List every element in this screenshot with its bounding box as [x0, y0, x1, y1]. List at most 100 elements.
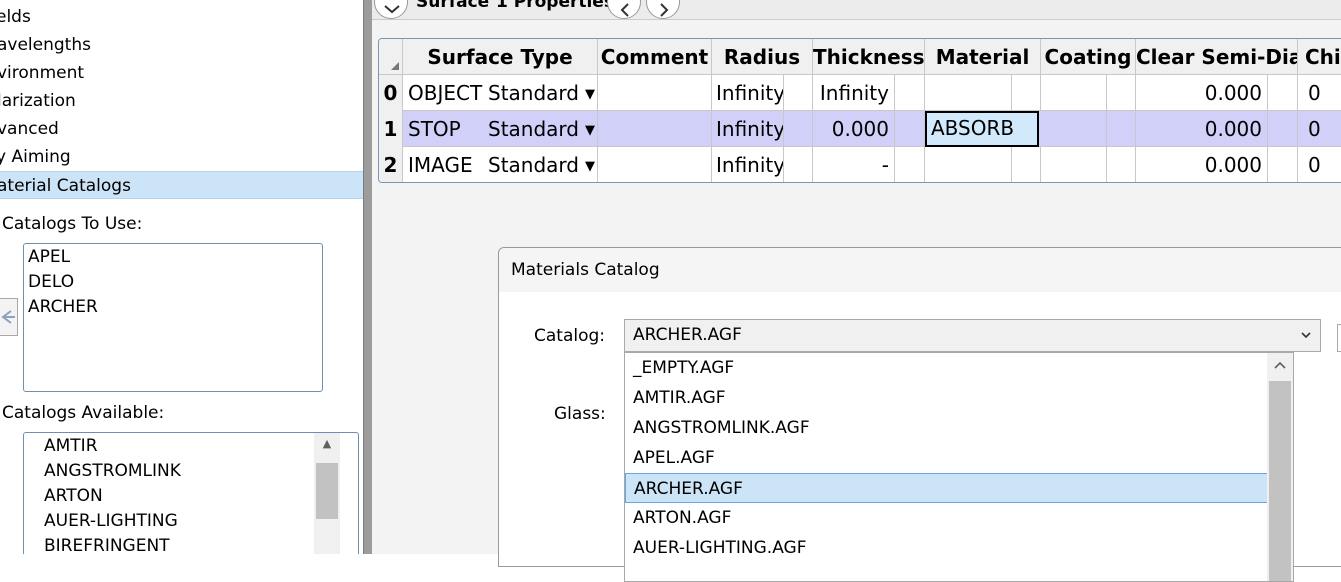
- dropdown-option[interactable]: AUER-LIGHTING.AGF: [625, 533, 1268, 563]
- scrollbar-thumb[interactable]: [1269, 381, 1291, 581]
- material-cell[interactable]: [925, 147, 1012, 182]
- dropdown-arrow-icon[interactable]: ▼: [585, 159, 595, 174]
- surface-name: STOP: [408, 117, 461, 141]
- scroll-up-icon[interactable]: [1267, 358, 1293, 375]
- nav-item-label: elds: [0, 7, 31, 27]
- nav-item-wavelengths[interactable]: avelengths: [0, 31, 363, 59]
- header-coating[interactable]: Coating: [1041, 39, 1136, 75]
- table-row[interactable]: 0 OBJECT Standard ▼ Infinity Infinity 0.00…: [379, 75, 1341, 111]
- surface-toolbar: Surface 1 Properties: [372, 0, 1341, 20]
- dropdown-option[interactable]: APEL.AGF: [625, 443, 1268, 473]
- header-radius[interactable]: Radius: [712, 39, 813, 75]
- previous-surface-button[interactable]: [607, 0, 641, 19]
- list-item[interactable]: ARTON: [44, 486, 103, 506]
- thickness-solve-cell[interactable]: [895, 111, 925, 147]
- chip-zone-cell[interactable]: 0: [1298, 111, 1341, 147]
- lens-data-editor: Surface Type Comment Radius Thickness Ma…: [378, 38, 1341, 183]
- chip-zone-cell[interactable]: 0: [1298, 75, 1341, 111]
- dropdown-option[interactable]: ANGSTROMLINK.AGF: [625, 413, 1268, 443]
- header-surface-type[interactable]: Surface Type: [403, 39, 598, 75]
- nav-item-advanced[interactable]: vanced: [0, 115, 363, 143]
- surface-type-cell[interactable]: IMAGE Standard ▼: [403, 147, 598, 182]
- list-item[interactable]: AUER-LIGHTING: [44, 511, 178, 531]
- radius-cell[interactable]: Infinity: [712, 75, 784, 111]
- coating-cell[interactable]: [1041, 111, 1107, 147]
- clear-semi-dia-solve-cell[interactable]: [1268, 75, 1298, 111]
- list-item[interactable]: APEL: [28, 247, 70, 267]
- list-item[interactable]: ANGSTROMLINK: [44, 461, 181, 481]
- header-material[interactable]: Material: [925, 39, 1041, 75]
- clear-semi-dia-cell[interactable]: 0.000: [1136, 147, 1268, 182]
- surface-type-cell[interactable]: STOP Standard ▼: [403, 111, 598, 147]
- catalog-dropdown-list[interactable]: _EMPTY.AGF AMTIR.AGF ANGSTROMLINK.AGF AP…: [624, 352, 1294, 582]
- radius-cell[interactable]: Infinity: [712, 147, 784, 182]
- collapse-button[interactable]: [374, 0, 408, 19]
- materials-catalog-dialog: Materials Catalog Catalog: Glass: ARCHER…: [498, 247, 1341, 582]
- glass-label: Glass:: [554, 404, 606, 424]
- list-item[interactable]: AMTIR: [44, 436, 98, 456]
- catalogs-available-scrollbar[interactable]: ▲: [314, 433, 340, 554]
- nav-item-polarization[interactable]: larization: [0, 87, 363, 115]
- clear-semi-dia-solve-cell[interactable]: [1268, 111, 1298, 147]
- comment-cell[interactable]: [598, 75, 712, 111]
- header-thickness[interactable]: Thickness: [813, 39, 925, 75]
- thickness-solve-cell[interactable]: [895, 147, 925, 182]
- nav-item-ray-aiming[interactable]: y Aiming: [0, 143, 363, 171]
- corner-cell: [379, 39, 403, 75]
- coating-solve-cell[interactable]: [1107, 111, 1136, 147]
- table-row[interactable]: 2 IMAGE Standard ▼ Infinity - 0.000 0: [379, 147, 1341, 182]
- clear-semi-dia-cell[interactable]: 0.000: [1136, 75, 1268, 111]
- chevron-left-icon: [620, 3, 629, 17]
- radius-solve-cell[interactable]: [784, 147, 813, 182]
- table-row[interactable]: 1 STOP Standard ▼ Infinity 0.000 ABSORB 0.…: [379, 111, 1341, 147]
- radius-cell[interactable]: Infinity: [712, 111, 784, 147]
- header-chip-zone[interactable]: Chip: [1298, 39, 1341, 75]
- material-cell[interactable]: [925, 75, 1012, 111]
- thickness-cell[interactable]: -: [813, 147, 895, 182]
- thickness-cell[interactable]: Infinity: [813, 75, 895, 111]
- glass-select-edge[interactable]: [1337, 324, 1341, 352]
- list-item[interactable]: BIREFRINGENT: [44, 536, 170, 554]
- coating-solve-cell[interactable]: [1107, 75, 1136, 111]
- material-solve-cell[interactable]: [1012, 75, 1041, 111]
- radius-solve-cell[interactable]: [784, 75, 813, 111]
- catalogs-available-list[interactable]: AMTIR ANGSTROMLINK ARTON AUER-LIGHTING B…: [23, 432, 359, 554]
- dropdown-scrollbar[interactable]: [1267, 353, 1293, 581]
- catalog-select[interactable]: ARCHER.AGF: [624, 319, 1321, 352]
- coating-cell[interactable]: [1041, 75, 1107, 111]
- comment-cell[interactable]: [598, 147, 712, 182]
- coating-cell[interactable]: [1041, 147, 1107, 182]
- panel-splitter[interactable]: [363, 0, 372, 554]
- radius-solve-cell[interactable]: [784, 111, 813, 147]
- dropdown-option[interactable]: ARTON.AGF: [625, 503, 1268, 533]
- chip-zone-cell[interactable]: 0: [1298, 147, 1341, 182]
- nav-item-material-catalogs[interactable]: aterial Catalogs: [0, 171, 363, 199]
- next-surface-button[interactable]: [646, 0, 680, 19]
- coating-solve-cell[interactable]: [1107, 147, 1136, 182]
- dropdown-arrow-icon[interactable]: ▼: [585, 87, 595, 102]
- dropdown-option[interactable]: AMTIR.AGF: [625, 383, 1268, 413]
- dropdown-option[interactable]: _EMPTY.AGF: [625, 353, 1268, 383]
- material-solve-cell[interactable]: [1012, 147, 1041, 182]
- nav-item-environment[interactable]: vironment: [0, 59, 363, 87]
- dropdown-option-selected[interactable]: ARCHER.AGF: [625, 473, 1268, 503]
- list-item[interactable]: ARCHER: [28, 297, 98, 317]
- list-item[interactable]: DELO: [28, 272, 74, 292]
- comment-cell[interactable]: [598, 111, 712, 147]
- move-catalog-button[interactable]: [0, 298, 18, 336]
- scroll-up-icon[interactable]: ▲: [314, 437, 340, 450]
- catalogs-to-use-list[interactable]: APEL DELO ARCHER: [23, 243, 323, 392]
- clear-semi-dia-solve-cell[interactable]: [1268, 147, 1298, 182]
- header-comment[interactable]: Comment: [598, 39, 712, 75]
- nav-item-fields[interactable]: elds: [0, 3, 363, 31]
- dropdown-arrow-icon[interactable]: ▼: [585, 123, 595, 138]
- material-cell-active[interactable]: ABSORB: [925, 111, 1039, 147]
- header-clear-semi-dia[interactable]: Clear Semi-Dia: [1136, 39, 1298, 75]
- clear-semi-dia-cell[interactable]: 0.000: [1136, 111, 1268, 147]
- thickness-cell[interactable]: 0.000: [813, 111, 895, 147]
- thickness-solve-cell[interactable]: [895, 75, 925, 111]
- dialog-title: Materials Catalog: [499, 248, 1341, 292]
- surface-type-cell[interactable]: OBJECT Standard ▼: [403, 75, 598, 111]
- scrollbar-thumb[interactable]: [316, 463, 338, 519]
- surface-label: Surface: [416, 0, 490, 12]
